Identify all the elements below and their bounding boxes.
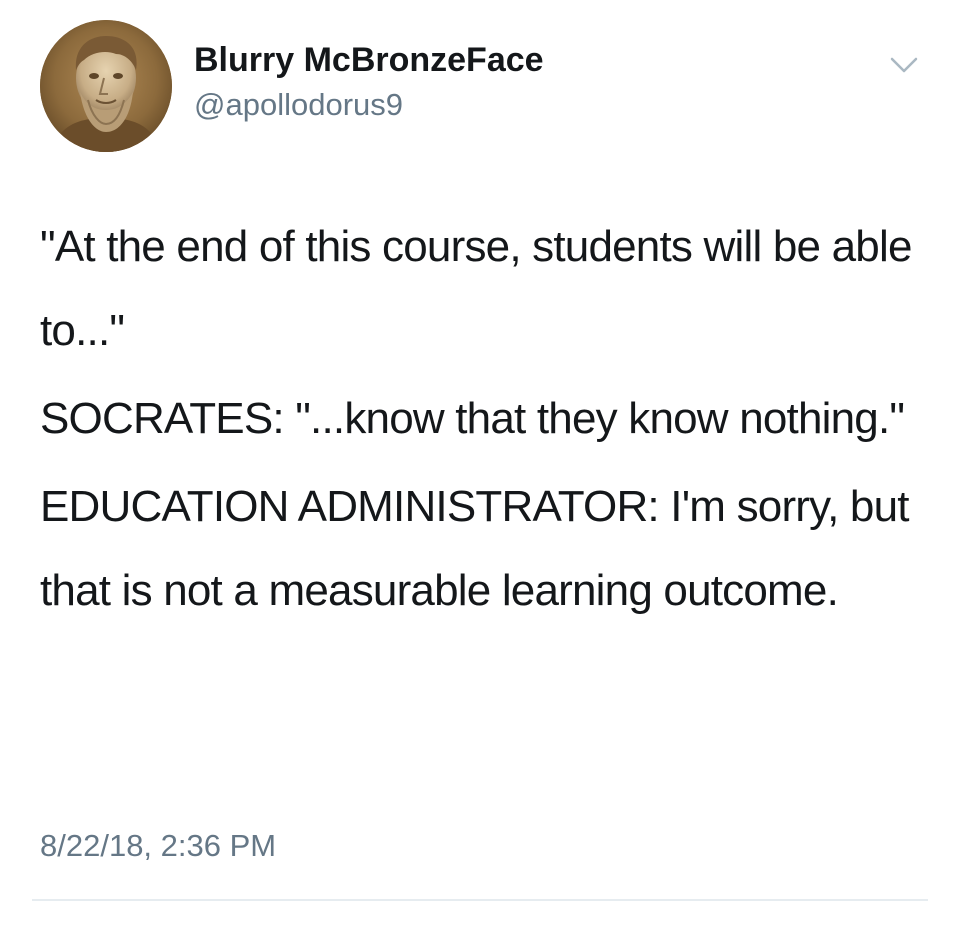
author-display-name[interactable]: Blurry McBronzeFace (194, 40, 544, 80)
tweet-paragraph: SOCRATES: "...know that they know nothin… (40, 394, 905, 443)
tweet-card: Blurry McBronzeFace @apollodorus9 "At th… (0, 0, 960, 928)
tweet-timestamp[interactable]: 8/22/18, 2:36 PM (40, 826, 276, 866)
divider (32, 899, 928, 901)
chevron-down-icon (890, 57, 918, 73)
tweet-menu-button[interactable] (884, 50, 924, 80)
author-handle[interactable]: @apollodorus9 (194, 86, 403, 124)
bronze-bust-avatar-icon (40, 20, 172, 152)
tweet-text: "At the end of this course, students wil… (40, 205, 940, 633)
avatar[interactable] (40, 20, 172, 152)
tweet-paragraph: "At the end of this course, students wil… (40, 222, 912, 355)
tweet-paragraph: EDUCATION ADMINISTRATOR: I'm sorry, but … (40, 482, 910, 615)
